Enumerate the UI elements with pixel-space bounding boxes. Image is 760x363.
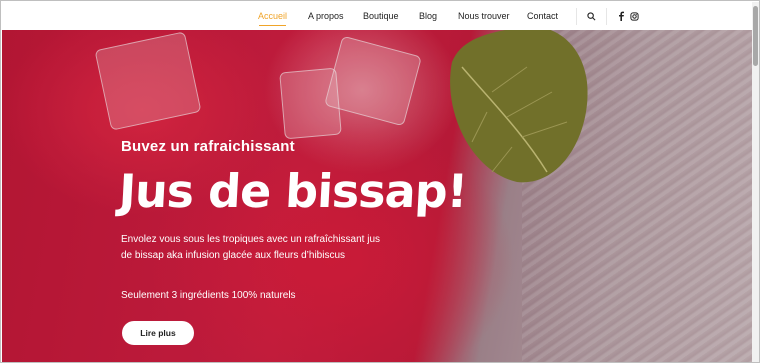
read-more-button[interactable]: Lire plus <box>122 321 194 345</box>
facebook-icon[interactable] <box>616 11 626 21</box>
nav-separator <box>606 8 607 25</box>
hero-description: Envolez vous sous les tropiques avec un … <box>121 234 381 261</box>
nav-item-boutique[interactable]: Boutique <box>363 11 399 21</box>
search-icon[interactable] <box>586 11 596 21</box>
hero-claim: Seulement 3 ingrédients 100% naturels <box>121 290 296 301</box>
hero-banner: Buvez un rafraichissant Jus de bissap! E… <box>2 30 753 362</box>
browser-viewport: Accueil A propos Boutique Blog Nous trou… <box>0 0 760 363</box>
nav-item-a-propos[interactable]: A propos <box>308 11 344 21</box>
nav-separator <box>576 8 577 25</box>
nav-item-blog[interactable]: Blog <box>419 11 437 21</box>
hero-subtitle: Buvez un rafraichissant <box>121 138 295 155</box>
instagram-icon[interactable] <box>629 11 639 21</box>
page-scrollbar[interactable] <box>752 2 759 362</box>
scrollbar-thumb[interactable] <box>753 6 758 66</box>
nav-item-nous-trouver[interactable]: Nous trouver <box>458 11 510 21</box>
nav-item-contact[interactable]: Contact <box>527 11 558 21</box>
site-header: Accueil A propos Boutique Blog Nous trou… <box>2 2 753 30</box>
active-nav-underline <box>259 25 286 26</box>
hero-title: Jus de bissap! <box>117 164 469 218</box>
nav-item-accueil[interactable]: Accueil <box>258 11 287 21</box>
